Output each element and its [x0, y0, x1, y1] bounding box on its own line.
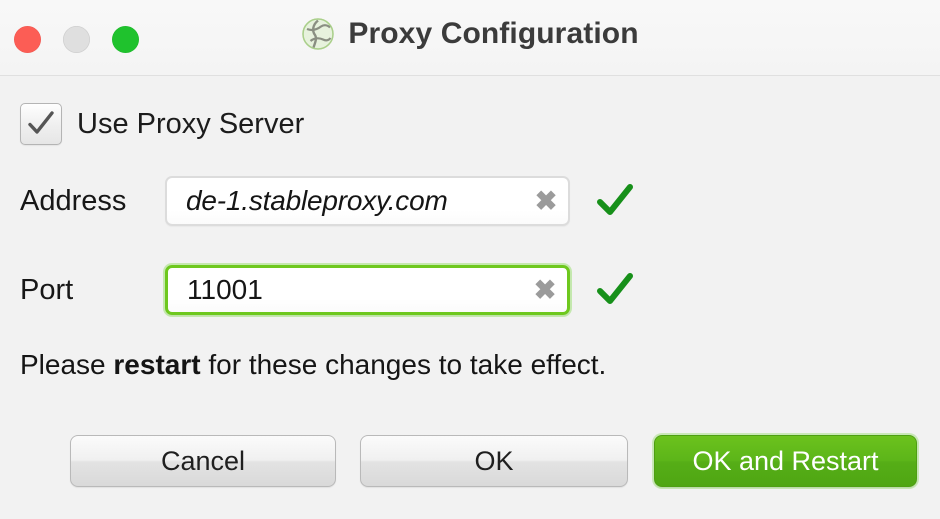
restart-note-prefix: Please [20, 349, 114, 380]
ok-button[interactable]: OK [360, 435, 628, 487]
restart-note-suffix: for these changes to take effect. [200, 349, 607, 380]
port-input[interactable]: 11001 ✖ [165, 265, 570, 315]
address-input[interactable]: de-1.stableproxy.com ✖ [165, 176, 570, 226]
port-row: Port 11001 ✖ [20, 263, 635, 317]
globe-network-icon [302, 18, 335, 50]
window-titlebar: Proxy Configuration [0, 0, 940, 76]
checkmark-icon [28, 111, 54, 134]
proxy-configuration-window: Proxy Configuration Use Proxy Server Add… [0, 0, 940, 519]
address-label: Address [20, 185, 127, 217]
use-proxy-server-label: Use Proxy Server [77, 108, 305, 140]
restart-note: Please restart for these changes to take… [20, 348, 606, 382]
port-input-value[interactable]: 11001 [168, 274, 527, 306]
window-title-group: Proxy Configuration [0, 17, 940, 51]
address-valid-check-icon [597, 184, 633, 215]
restart-note-emphasis: restart [113, 349, 201, 380]
cancel-button[interactable]: Cancel [70, 435, 336, 487]
window-title: Proxy Configuration [348, 17, 639, 50]
port-valid-check-icon [597, 273, 633, 304]
port-clear-icon[interactable]: ✖ [527, 268, 567, 312]
address-input-value[interactable]: de-1.stableproxy.com [167, 185, 528, 217]
use-proxy-server-row[interactable]: Use Proxy Server [20, 103, 304, 145]
ok-and-restart-button[interactable]: OK and Restart [654, 435, 917, 487]
address-row: Address de-1.stableproxy.com ✖ [20, 174, 635, 228]
dialog-content: Use Proxy Server Address de-1.stableprox… [0, 76, 940, 519]
address-clear-icon[interactable]: ✖ [528, 178, 568, 224]
dialog-button-bar: Cancel OK OK and Restart [0, 435, 940, 497]
use-proxy-server-checkbox[interactable] [20, 103, 62, 145]
port-label: Port [20, 274, 74, 306]
